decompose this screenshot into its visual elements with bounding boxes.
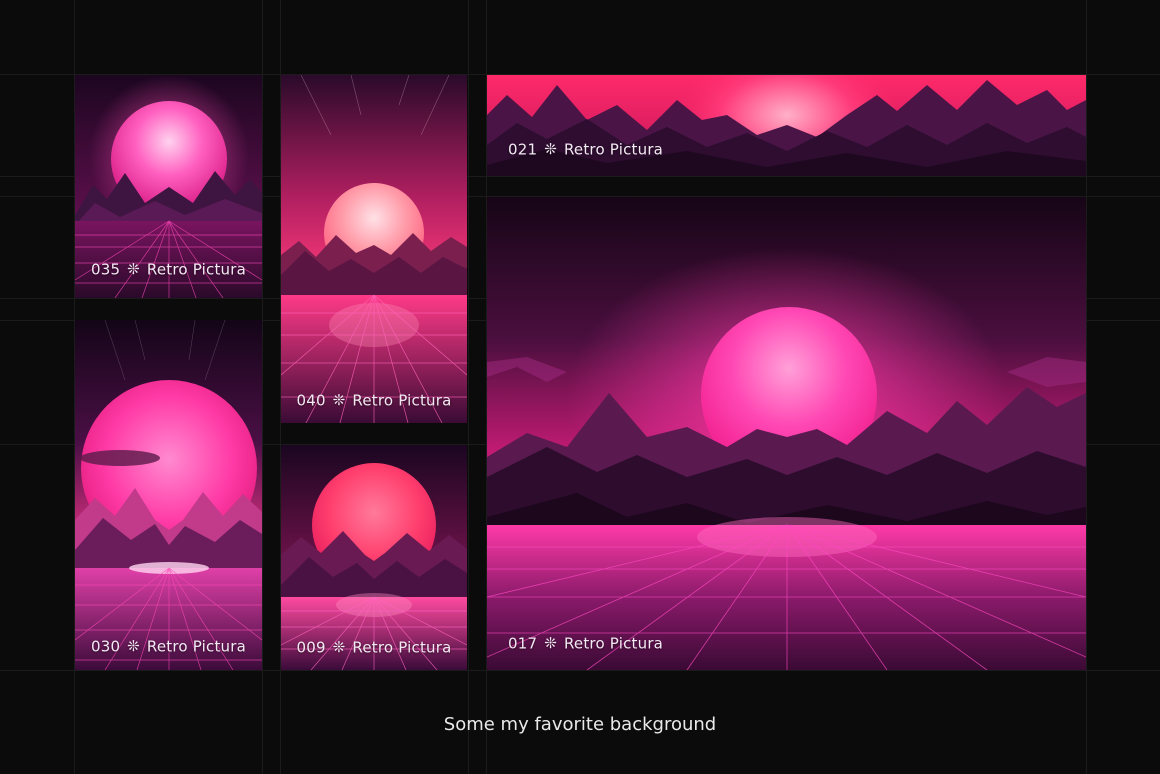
wallpaper-number: 035 [90,260,121,278]
wallpaper-caption: 021 ❊ Retro Pictura [508,140,664,158]
gallery-caption: Some my favorite background [443,714,717,735]
wallpaper-caption: 009 ❊ Retro Pictura [281,638,467,656]
sparkle-icon: ❊ [332,638,346,656]
wallpaper-caption: 035 ❊ Retro Pictura [75,260,262,278]
wallpaper-caption: 040 ❊ Retro Pictura [281,391,467,409]
wallpaper-number: 030 [90,637,121,655]
guide-line [468,0,469,774]
wallpaper-image [281,445,467,670]
wallpaper-name: Retro Pictura [352,638,452,656]
wallpaper-image [487,197,1086,670]
sparkle-icon: ❊ [544,634,557,652]
wallpaper-image [487,75,1086,176]
wallpaper-number: 040 [296,391,326,409]
guide-line [0,670,1160,671]
wallpaper-card-030[interactable]: 030 ❊ Retro Pictura [75,320,262,670]
wallpaper-name: Retro Pictura [563,634,664,652]
wallpaper-name: Retro Pictura [146,260,247,278]
wallpaper-card-035[interactable]: 035 ❊ Retro Pictura [75,75,262,298]
sparkle-icon: ❊ [127,260,140,278]
wallpaper-card-021[interactable]: 021 ❊ Retro Pictura [487,75,1086,176]
wallpaper-name: Retro Pictura [146,637,247,655]
wallpaper-name: Retro Pictura [352,391,452,409]
wallpaper-card-040[interactable]: 040 ❊ Retro Pictura [281,75,467,423]
guide-line [262,0,263,774]
wallpaper-image [281,75,467,423]
wallpaper-number: 017 [508,634,538,652]
wallpaper-number: 009 [296,638,326,656]
guide-line [1086,0,1087,774]
wallpaper-caption: 017 ❊ Retro Pictura [508,634,664,652]
sparkle-icon: ❊ [544,140,557,158]
sparkle-icon: ❊ [332,391,346,409]
sparkle-icon: ❊ [127,637,140,655]
wallpaper-number: 021 [508,140,538,158]
wallpaper-caption: 030 ❊ Retro Pictura [75,637,262,655]
wallpaper-card-017[interactable]: 017 ❊ Retro Pictura [487,197,1086,670]
wallpaper-card-009[interactable]: 009 ❊ Retro Pictura [281,445,467,670]
wallpaper-image [75,320,262,670]
wallpaper-name: Retro Pictura [563,140,664,158]
